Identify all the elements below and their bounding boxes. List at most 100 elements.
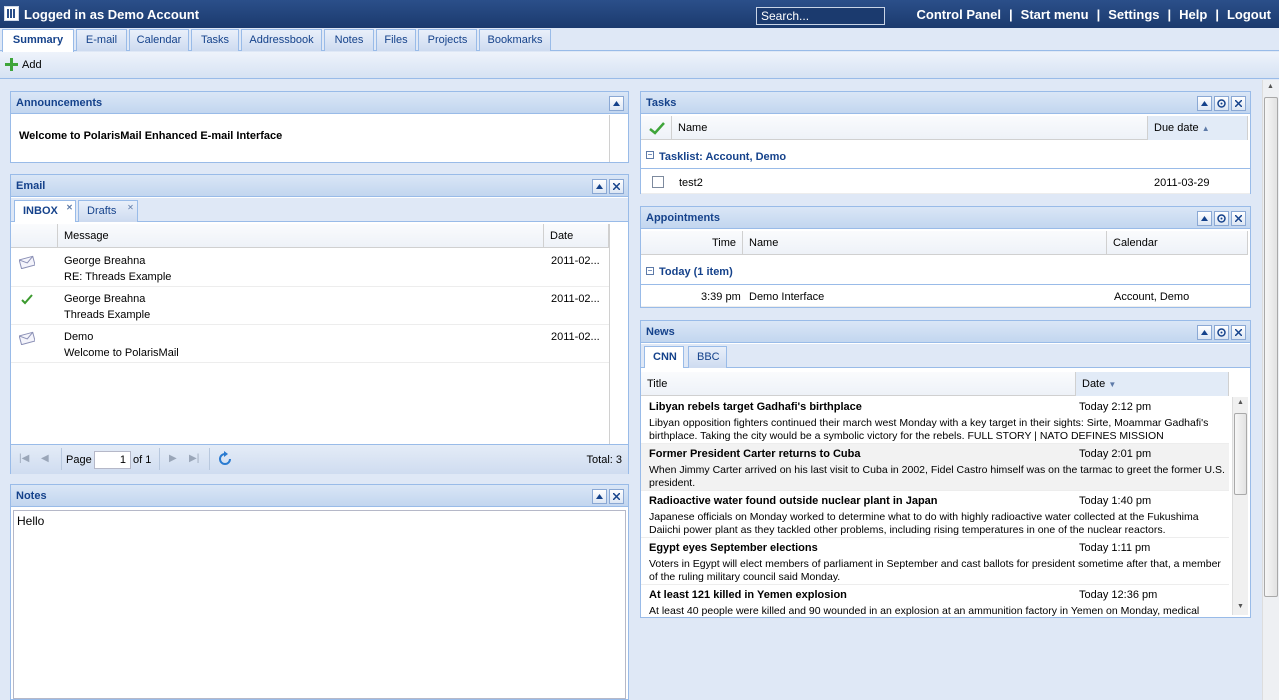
appointment-calendar: Account, Demo: [1114, 291, 1190, 303]
email-tab-drafts[interactable]: Drafts ✕: [78, 200, 138, 222]
collapse-group-icon[interactable]: −: [646, 267, 654, 275]
close-icon[interactable]: [609, 179, 624, 194]
email-row[interactable]: George Breahna RE: Threads Example 2011-…: [11, 249, 609, 287]
task-due: 2011-03-29: [1154, 177, 1210, 189]
gear-icon[interactable]: [1214, 96, 1229, 111]
collapse-icon[interactable]: [592, 489, 607, 504]
news-item[interactable]: Egypt eyes September elections Today 1:1…: [641, 538, 1229, 585]
task-row[interactable]: test2 2011-03-29: [641, 170, 1250, 194]
news-item-title: Libyan rebels target Gadhafi's birthplac…: [649, 401, 862, 413]
envelope-icon: [18, 255, 36, 272]
col-calendar[interactable]: Calendar: [1107, 231, 1248, 255]
scroll-thumb[interactable]: [1264, 97, 1278, 597]
search-input[interactable]: [756, 7, 885, 25]
tab-bookmarks[interactable]: Bookmarks: [479, 29, 551, 51]
news-item[interactable]: Former President Carter returns to Cuba …: [641, 444, 1229, 491]
next-page-icon[interactable]: ▶: [169, 453, 177, 464]
scroll-thumb[interactable]: [1234, 413, 1247, 495]
scroll-up-icon[interactable]: ▲: [1237, 399, 1244, 406]
notes-header: Notes: [11, 485, 628, 507]
col-due-date[interactable]: Due date ▲: [1148, 116, 1248, 140]
news-item-date: Today 12:36 pm: [1079, 589, 1158, 601]
close-icon[interactable]: [609, 489, 624, 504]
scroll-down-icon[interactable]: ▼: [1237, 603, 1244, 610]
top-nav: Control Panel | Start menu | Settings | Hel…: [916, 7, 1272, 22]
scroll-up-icon[interactable]: ▲: [1267, 83, 1274, 90]
help-link[interactable]: Help: [1179, 7, 1207, 22]
news-tab-bbc[interactable]: BBC: [688, 346, 727, 368]
completed-check-icon: [641, 116, 672, 140]
prev-page-icon[interactable]: ◀: [41, 453, 49, 464]
tab-email[interactable]: E-mail: [76, 29, 127, 51]
start-menu-link[interactable]: Start menu: [1021, 7, 1089, 22]
news-item-date: Today 1:11 pm: [1079, 542, 1151, 554]
news-item[interactable]: Radioactive water found outside nuclear …: [641, 491, 1229, 538]
logout-link[interactable]: Logout: [1227, 7, 1271, 22]
email-panel: Email INBOX ✕ Drafts ✕ Message Date Geor…: [10, 174, 629, 474]
tab-tasks[interactable]: Tasks: [191, 29, 239, 51]
col-title[interactable]: Title: [641, 372, 1076, 396]
gear-icon[interactable]: [1214, 325, 1229, 340]
email-from: George Breahna: [64, 255, 146, 267]
col-name[interactable]: Name: [743, 231, 1107, 255]
announcements-header: Announcements: [11, 92, 628, 114]
page-scrollbar[interactable]: ▲: [1262, 80, 1279, 700]
email-row[interactable]: George Breahna Threads Example 2011-02..…: [11, 287, 609, 325]
news-scrollbar[interactable]: ▲ ▼: [1232, 397, 1248, 615]
email-title: Email: [16, 180, 46, 192]
news-item[interactable]: At least 121 killed in Yemen explosion T…: [641, 585, 1229, 617]
refresh-icon[interactable]: [217, 451, 233, 470]
gear-icon[interactable]: [1214, 211, 1229, 226]
close-tab-icon[interactable]: ✕: [65, 203, 74, 212]
plus-icon: [5, 58, 18, 71]
appointments-header: Appointments: [641, 207, 1250, 229]
email-date: 2011-02...: [551, 331, 600, 343]
close-icon[interactable]: [1231, 325, 1246, 340]
close-icon[interactable]: [1231, 96, 1246, 111]
drafts-label: Drafts: [87, 205, 117, 217]
app-logo-icon: [4, 6, 19, 21]
collapse-icon[interactable]: [592, 179, 607, 194]
email-subject: RE: Threads Example: [64, 271, 172, 283]
close-icon[interactable]: [1231, 211, 1246, 226]
appointment-row[interactable]: 3:39 pm Demo Interface Account, Demo: [641, 285, 1250, 307]
email-tab-inbox[interactable]: INBOX ✕: [14, 200, 76, 222]
col-date[interactable]: Date ▼: [1076, 372, 1229, 396]
tab-addressbook[interactable]: Addressbook: [241, 29, 322, 51]
collapse-icon[interactable]: [1197, 325, 1212, 340]
tab-notes[interactable]: Notes: [324, 29, 374, 51]
settings-link[interactable]: Settings: [1108, 7, 1159, 22]
news-item-desc: Japanese officials on Monday worked to d…: [649, 511, 1199, 536]
first-page-icon[interactable]: |◀: [19, 453, 29, 464]
collapse-icon[interactable]: [1197, 96, 1212, 111]
email-from: Demo: [64, 331, 94, 343]
tab-calendar[interactable]: Calendar: [129, 29, 189, 51]
col-date[interactable]: Date: [544, 224, 609, 248]
due-date-label: Due date: [1154, 122, 1199, 134]
collapse-icon[interactable]: [609, 96, 624, 111]
tab-summary[interactable]: Summary: [2, 29, 74, 52]
announcements-panel: Announcements Welcome to PolarisMail Enh…: [10, 91, 629, 163]
news-title: News: [646, 326, 675, 338]
collapse-group-icon[interactable]: −: [646, 151, 654, 159]
tab-files[interactable]: Files: [376, 29, 416, 51]
last-page-icon[interactable]: ▶|: [189, 453, 199, 464]
page-input[interactable]: [94, 451, 131, 469]
news-item[interactable]: Libyan rebels target Gadhafi's birthplac…: [641, 397, 1229, 444]
news-tab-cnn[interactable]: CNN: [644, 346, 684, 368]
col-time[interactable]: Time: [641, 231, 743, 255]
email-row[interactable]: Demo Welcome to PolarisMail 2011-02...: [11, 325, 609, 363]
col-message[interactable]: Message: [58, 224, 544, 248]
collapse-icon[interactable]: [1197, 211, 1212, 226]
notes-textarea[interactable]: Hello: [13, 510, 626, 699]
col-name[interactable]: Name: [672, 116, 1148, 140]
add-button[interactable]: Add: [5, 58, 42, 71]
tab-projects[interactable]: Projects: [418, 29, 477, 51]
close-tab-icon[interactable]: ✕: [126, 203, 135, 212]
control-panel-link[interactable]: Control Panel: [917, 7, 1002, 22]
sort-desc-icon: ▼: [1108, 380, 1117, 389]
appointments-title: Appointments: [646, 212, 720, 224]
announcement-text: Welcome to PolarisMail Enhanced E-mail I…: [19, 130, 283, 142]
appointments-panel: Appointments Time Name Calendar − Today …: [640, 206, 1251, 308]
task-checkbox[interactable]: [652, 176, 664, 188]
